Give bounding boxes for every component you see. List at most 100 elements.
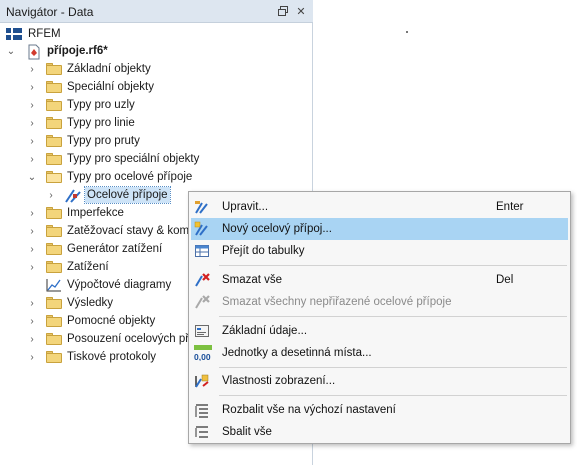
collapse-all-icon [194,424,210,440]
tree-item-label: Speciální objekty [67,81,154,93]
tree-item[interactable]: › Základní objekty [0,60,313,78]
folder-icon [46,81,62,93]
edit-icon [194,199,210,215]
chevron-right-icon[interactable]: › [27,60,37,78]
tree-item-label: Typy pro uzly [67,99,135,111]
tree-item[interactable]: ⌄ Typy pro ocelové přípoje [0,168,313,186]
tree-item[interactable]: › Typy pro pruty [0,132,313,150]
new-steel-joint-icon [194,221,210,237]
tree-item-label: Generátor zatížení [67,243,163,255]
menu-item-label: Smazat všechny nepřiřazené ocelové přípo… [222,296,452,308]
menu-item-delete-all[interactable]: Smazat vše Del [191,269,568,291]
chevron-right-icon[interactable]: › [46,186,56,204]
menu-item-expand-all[interactable]: Rozbalit vše na výchozí nastavení [191,399,568,421]
chevron-right-icon[interactable]: › [27,330,37,348]
tree-item-label: Typy pro ocelové přípoje [67,171,193,183]
menu-item-go-to-table[interactable]: Přejít do tabulky [191,240,568,262]
menu-item-collapse-all[interactable]: Sbalit vše [191,421,568,443]
menu-separator [219,265,567,266]
steel-joint-icon [65,188,81,203]
menu-item-edit[interactable]: Upravit... Enter [191,196,568,218]
chevron-right-icon[interactable]: › [27,150,37,168]
tree-item[interactable]: › Typy pro linie [0,114,313,132]
menu-item-label: Vlastnosti zobrazení... [222,375,336,387]
menu-item-label: Rozbalit vše na výchozí nastavení [222,404,396,416]
chevron-right-icon[interactable]: › [27,312,37,330]
chevron-right-icon[interactable]: › [27,348,37,366]
tree-root-rfem[interactable]: RFEM [0,25,313,43]
folder-icon [46,225,62,237]
delete-unassigned-icon [194,294,210,310]
folder-icon [46,243,62,255]
menu-item-label: Upravit... [222,201,269,213]
tree-item[interactable]: › Typy pro speciální objekty [0,150,313,168]
tree-item-label: Typy pro pruty [67,135,140,147]
menu-item-units[interactable]: 0,00 Jednotky a desetinná místa... [191,342,568,364]
diagram-icon [46,278,62,292]
menu-item-basic-data[interactable]: Základní údaje... [191,320,568,342]
folder-icon [46,135,62,147]
folder-icon [46,333,62,345]
chevron-right-icon[interactable]: › [27,204,37,222]
chevron-right-icon[interactable]: › [27,258,37,276]
model-file-icon [26,44,42,60]
menu-item-label: Nový ocelový přípoj... [222,223,332,235]
chevron-right-icon[interactable]: › [27,96,37,114]
folder-icon [46,153,62,165]
folder-icon [46,99,62,111]
folder-icon [46,63,62,75]
chevron-right-icon[interactable]: › [27,132,37,150]
tree-item-label: Pomocné objekty [67,315,156,327]
menu-item-display-properties[interactable]: Vlastnosti zobrazení... [191,370,568,392]
display-properties-icon [194,373,210,389]
chevron-right-icon[interactable]: › [27,114,37,132]
expand-all-icon [194,402,210,418]
menu-separator [219,367,567,368]
navigator-header: Navigátor - Data ✕ [0,0,313,23]
tree-item-label: Výpočtové diagramy [67,279,172,291]
folder-icon [46,315,62,327]
menu-item-delete-unassigned[interactable]: Smazat všechny nepřiřazené ocelové přípo… [191,291,568,313]
units-icon: 0,00 [194,345,212,362]
tree-item[interactable]: › Speciální objekty [0,78,313,96]
tree-item-label: Typy pro speciální objekty [67,153,200,165]
units-icon-text: 0,00 [194,352,211,361]
menu-item-new-steel-joint[interactable]: Nový ocelový přípoj... [191,218,568,240]
tree-project-label: přípoje.rf6* [47,45,108,57]
menu-item-label: Základní údaje... [222,325,308,337]
chevron-right-icon[interactable]: › [27,294,37,312]
tree-project[interactable]: ⌄ přípoje.rf6* [0,42,313,60]
tree-item-label: Imperfekce [67,207,124,219]
chevron-right-icon[interactable]: › [27,222,37,240]
context-menu: Upravit... Enter Nový ocelový přípoj... … [188,191,571,444]
menu-item-label: Sbalit vše [222,426,272,438]
canvas-dot [406,31,408,33]
chevron-right-icon[interactable]: › [27,240,37,258]
folder-open-icon [46,171,62,183]
tree-item-label: Tiskové protokoly [67,351,157,363]
table-icon [194,243,210,259]
menu-item-label: Smazat vše [222,274,283,286]
menu-separator [219,395,567,396]
tree-item-label: Ocelové přípoje [84,186,171,204]
flag-icon [6,27,22,41]
chevron-down-icon[interactable]: ⌄ [6,42,16,60]
tree-item-label: Typy pro linie [67,117,135,129]
close-icon[interactable]: ✕ [294,4,308,18]
tree-root-label: RFEM [28,28,61,40]
tree-item[interactable]: › Typy pro uzly [0,96,313,114]
folder-icon [46,351,62,363]
chevron-down-icon[interactable]: ⌄ [27,168,37,186]
tree-item-label: Výsledky [67,297,114,309]
folder-icon [46,261,62,273]
navigator-title: Navigátor - Data [6,5,94,19]
menu-item-label: Jednotky a desetinná místa... [222,347,372,359]
menu-item-shortcut: Del [496,274,514,286]
folder-icon [46,117,62,129]
float-window-icon[interactable] [276,4,290,18]
chevron-right-icon[interactable]: › [27,78,37,96]
menu-item-shortcut: Enter [496,201,524,213]
delete-icon [194,272,210,288]
folder-icon [46,207,62,219]
menu-item-label: Přejít do tabulky [222,245,305,257]
